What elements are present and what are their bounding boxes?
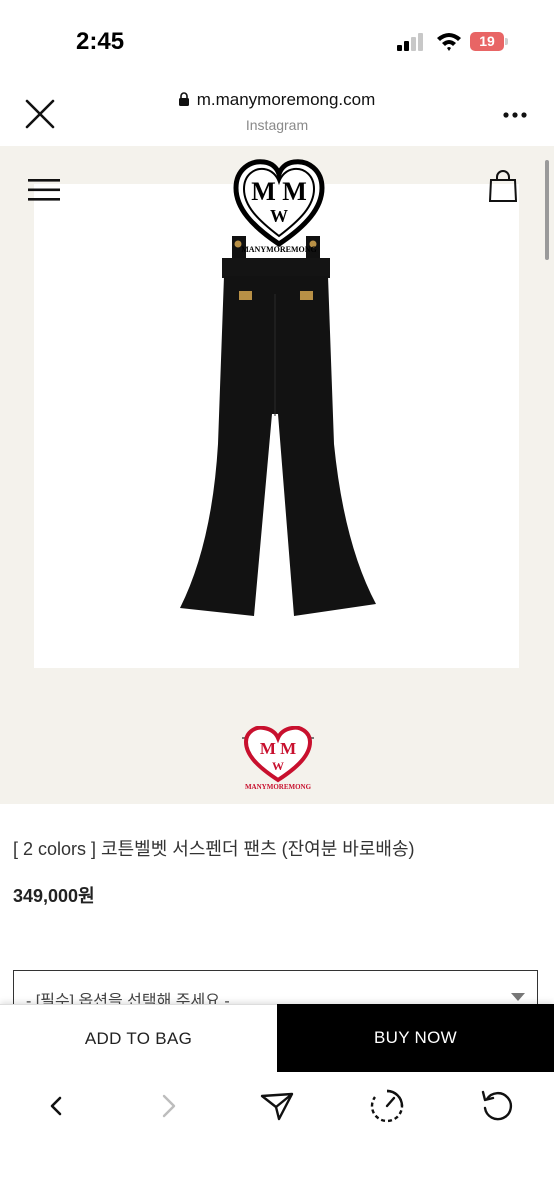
svg-text:MANYMOREMONG: MANYMOREMONG (241, 245, 317, 254)
svg-text:M M: M M (260, 739, 296, 758)
shopping-bag-icon[interactable] (489, 170, 517, 202)
svg-text:W: W (270, 206, 288, 226)
svg-text:W: W (272, 759, 284, 773)
more-options-icon[interactable] (502, 111, 528, 119)
brand-logo[interactable]: M M W MANYMOREMONG (232, 158, 326, 254)
purchase-bar: ADD TO BAG BUY NOW (0, 1004, 554, 1072)
address-bar[interactable]: m.manymoremong.com Instagram (0, 90, 554, 133)
buy-now-button[interactable]: BUY NOW (277, 1004, 554, 1072)
share-icon[interactable] (259, 1088, 295, 1124)
product-hero: M M W MANYMOREMONG M M W MANYMOREMONG (0, 146, 554, 804)
forward-icon[interactable] (150, 1088, 186, 1124)
source-label: Instagram (245, 117, 309, 133)
status-bar: 2:45 19 (0, 0, 554, 82)
wifi-icon (437, 33, 461, 51)
brand-logo-small: M M W MANYMOREMONG (242, 726, 314, 790)
product-image[interactable] (34, 184, 519, 668)
url-text: m.manymoremong.com (196, 90, 376, 109)
battery-level: 19 (479, 33, 495, 49)
cellular-signal-icon (397, 33, 423, 51)
back-icon[interactable] (38, 1088, 74, 1124)
chevron-down-icon (511, 993, 525, 1001)
status-time: 2:45 (76, 28, 125, 55)
scrollbar[interactable] (545, 160, 549, 260)
reload-icon[interactable] (479, 1088, 515, 1124)
browser-toolbar (0, 1072, 554, 1200)
add-to-bag-button[interactable]: ADD TO BAG (0, 1004, 277, 1072)
svg-text:MANYMOREMONG: MANYMOREMONG (245, 783, 312, 790)
browser-header: m.manymoremong.com Instagram (0, 82, 554, 146)
svg-text:M M: M M (251, 177, 307, 206)
menu-icon[interactable] (28, 179, 60, 201)
pants-illustration (180, 236, 376, 616)
lock-icon (178, 92, 189, 106)
speed-icon[interactable] (369, 1088, 405, 1124)
product-title: [ 2 colors ] 코튼벨벳 서스펜더 팬츠 (잔여분 바로배송) (13, 839, 415, 859)
product-price: 349,000원 (13, 886, 95, 906)
battery-icon: 19 (470, 32, 510, 51)
